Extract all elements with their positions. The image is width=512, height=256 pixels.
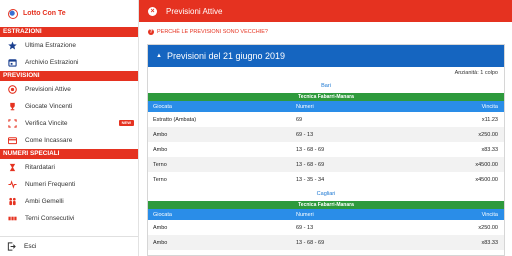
sidebar-item-label: Verifica Vincite [25,120,68,127]
why-old-predictions-link[interactable]: ? PERCHÈ LE PREVISIONI SONO VECCHIE? [139,22,512,41]
people-icon [7,197,17,207]
logout-label: Esci [24,243,37,250]
sidebar-item-terni-consecutivi[interactable]: Terni Consecutivi [0,210,138,227]
card-title: Previsioni del 21 giugno 2019 [166,51,286,61]
logout-item[interactable]: Esci [0,236,138,256]
cell-vincita: x4500.00 [475,161,498,168]
cell-numeri: 13 - 68 - 69 [296,161,325,168]
new-badge: NEW [118,120,134,126]
city-link-cagliari[interactable]: Cagliari [148,187,504,201]
section-title-numeri-speciali: NUMERI SPECIALI [0,149,138,159]
drawer-header: Lotto Con Te [0,0,138,27]
cell-giocata: Ambo [153,146,168,153]
close-icon[interactable]: × [148,6,157,16]
cell-giocata: Estratto (Ambata) [153,116,197,123]
column-header: Numeri [296,103,314,110]
cell-giocata: Terno [153,176,167,183]
star-icon [7,41,17,51]
table-row: Ambo 13 - 68 - 69 x83.33 [148,142,504,157]
app-title: Lotto Con Te [23,10,66,17]
table-row: Estratto (Ambata) 69 x11.23 [148,112,504,127]
trophy-icon [7,102,17,112]
page-title: Previsioni Attive [166,6,223,16]
sidebar-item-label: Previsioni Attive [25,86,71,93]
sidebar-item-previsioni-attive[interactable]: Previsioni Attive [0,81,138,98]
hourglass-icon [7,163,17,173]
main-panel: × Previsioni Attive ? PERCHÈ LE PREVISIO… [139,0,512,256]
cell-numeri: 69 [296,116,303,123]
cell-vincita: x83.33 [481,146,498,153]
scan-icon [7,119,17,129]
column-header: Giocata [153,103,172,110]
cell-numeri: 13 - 68 - 69 [296,146,325,153]
target-icon [7,85,17,95]
calendar-icon [7,58,17,68]
column-header: Giocata [153,211,172,218]
top-app-bar: × Previsioni Attive [139,0,512,22]
age-label: Anzianità: 1 colpo [454,70,498,76]
navigation-drawer: Lotto Con Te ESTRAZIONI Ultima Estrazion… [0,0,139,256]
sidebar-item-come-incassare[interactable]: Come Incassare [0,132,138,149]
table-row: Ambo 13 - 68 - 69 x83.33 [148,235,504,250]
sidebar-item-label: Come Incassare [25,137,73,144]
sidebar-item-label: Ambi Gemelli [25,198,64,205]
caret-up-icon: ▲ [156,53,162,59]
app-logo-icon [8,8,18,19]
sidebar-item-label: Terni Consecutivi [25,215,75,222]
cell-numeri: 13 - 68 - 69 [296,239,325,246]
cell-numeri: 13 - 35 - 34 [296,176,325,183]
sidebar-item-label: Ritardatari [25,164,55,171]
sidebar-item-label: Giocate Vincenti [25,103,73,110]
sidebar-item-ritardatari[interactable]: Ritardatari [0,159,138,176]
sidebar-item-archivio-estrazioni[interactable]: Archivio Estrazioni [0,54,138,71]
help-icon: ? [148,28,154,35]
why-link-label: PERCHÈ LE PREVISIONI SONO VECCHIE? [157,28,268,35]
card-icon [7,136,17,146]
sidebar-item-giocate-vincenti[interactable]: Giocate Vincenti [0,98,138,115]
table-header: Giocata Numeri Vincita [148,209,504,220]
table-row: Ambo 69 - 13 x250.00 [148,127,504,142]
column-header: Vincita [481,103,498,110]
cell-vincita: x11.23 [481,116,498,123]
technique-label: Tecnica Fabarri-Manara [148,201,504,209]
cell-giocata: Terno [153,161,167,168]
cell-giocata: Ambo [153,131,168,138]
sidebar-item-ambi-gemelli[interactable]: Ambi Gemelli [0,193,138,210]
section-title-previsioni: PREVISIONI [0,71,138,81]
table-header: Giocata Numeri Vincita [148,101,504,112]
sequence-icon [7,214,17,224]
column-header: Numeri [296,211,314,218]
sidebar-item-label: Numeri Frequenti [25,181,76,188]
sidebar-item-label: Archivio Estrazioni [25,59,79,66]
cell-giocata: Ambo [153,224,168,231]
cell-vincita: x4500.00 [475,176,498,183]
cell-numeri: 69 - 13 [296,224,314,231]
city-link-bari[interactable]: Bari [148,79,504,93]
sidebar-item-ultima-estrazione[interactable]: Ultima Estrazione [0,37,138,54]
sidebar-item-numeri-frequenti[interactable]: Numeri Frequenti [0,176,138,193]
technique-label: Tecnica Fabarri-Manara [148,93,504,101]
exit-icon [7,242,16,251]
table-row: Terno 13 - 35 - 34 x4500.00 [148,172,504,187]
column-header: Vincita [481,211,498,218]
sidebar-item-verifica-vincite[interactable]: Verifica Vincite NEW [0,115,138,132]
section-title-estrazioni: ESTRAZIONI [0,27,138,37]
table-row: Terno 13 - 68 - 69 x4500.00 [148,157,504,172]
cell-giocata: Ambo [153,239,168,246]
predictions-card: ▲ Previsioni del 21 giugno 2019 Anzianit… [147,44,505,256]
cell-vincita: x250.00 [478,131,498,138]
cell-vincita: x250.00 [478,224,498,231]
cell-vincita: x83.33 [481,239,498,246]
cell-numeri: 69 - 13 [296,131,314,138]
pulse-icon [7,180,17,190]
table-row: Ambo 69 - 13 x250.00 [148,220,504,235]
card-header[interactable]: ▲ Previsioni del 21 giugno 2019 [148,45,504,67]
sidebar-item-label: Ultima Estrazione [25,42,76,49]
